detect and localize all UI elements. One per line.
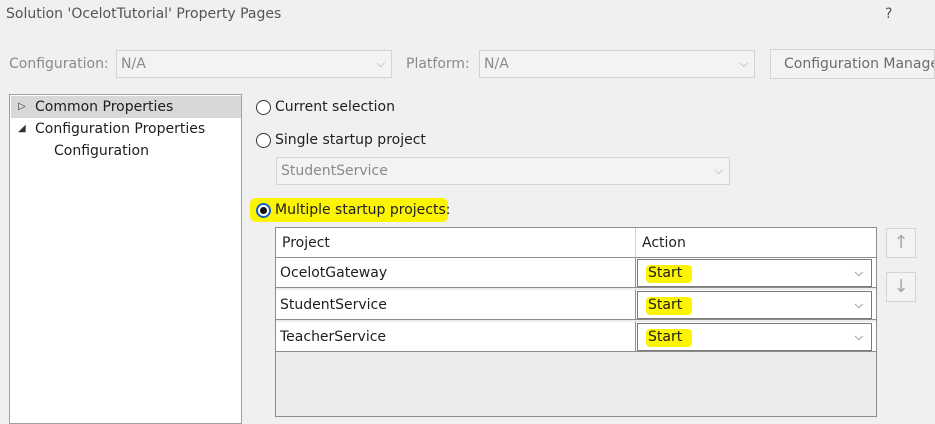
- radio-multiple-startup[interactable]: [256, 203, 271, 218]
- table-row[interactable]: StudentService: [276, 290, 636, 320]
- collapse-triangle-icon[interactable]: ◢: [18, 123, 26, 134]
- chevron-down-icon: ⌵: [376, 57, 385, 70]
- help-button[interactable]: ?: [885, 6, 892, 22]
- table-row[interactable]: OcelotGateway: [276, 258, 636, 288]
- window-title: Solution 'OcelotTutorial' Property Pages: [6, 6, 282, 22]
- current-selection-label: Current selection: [275, 99, 395, 115]
- action-value: Start: [646, 297, 693, 315]
- property-tree: ▷ Common Properties ◢ Configuration Prop…: [9, 94, 242, 424]
- column-header-action[interactable]: Action: [636, 228, 876, 258]
- project-name: StudentService: [280, 297, 387, 313]
- arrow-up-icon: ↑: [893, 232, 909, 253]
- chevron-down-icon: ⌵: [854, 330, 863, 343]
- arrow-down-icon: ↓: [893, 276, 909, 297]
- action-value: Start: [646, 265, 693, 283]
- single-startup-dropdown[interactable]: StudentService ⌵: [276, 157, 730, 185]
- platform-dropdown[interactable]: N/A ⌵: [479, 50, 755, 78]
- configuration-label: Configuration:: [9, 56, 109, 72]
- startup-projects-grid: Project Action OcelotGateway Start ⌵ Stu…: [275, 227, 877, 417]
- single-startup-label: Single startup project: [275, 132, 426, 148]
- multiple-startup-label: Multiple startup projects:: [275, 202, 451, 218]
- action-dropdown[interactable]: Start ⌵: [637, 259, 872, 287]
- table-row[interactable]: TeacherService: [276, 322, 636, 352]
- chevron-down-icon: ⌵: [854, 266, 863, 279]
- platform-label: Platform:: [406, 56, 470, 72]
- move-down-button[interactable]: ↓: [886, 272, 916, 302]
- action-value: Start: [646, 329, 693, 347]
- column-header-project[interactable]: Project: [276, 228, 636, 258]
- configuration-manager-button[interactable]: Configuration Manager: [770, 49, 935, 79]
- chevron-down-icon: ⌵: [739, 57, 748, 70]
- chevron-down-icon: ⌵: [854, 298, 863, 311]
- move-up-button[interactable]: ↑: [886, 228, 916, 258]
- project-name: TeacherService: [280, 329, 387, 345]
- configuration-dropdown[interactable]: N/A ⌵: [116, 50, 392, 78]
- tree-item-common-properties[interactable]: Common Properties: [35, 99, 173, 115]
- single-startup-value: StudentService: [281, 163, 388, 179]
- chevron-down-icon: ⌵: [714, 164, 723, 177]
- radio-current-selection[interactable]: [256, 100, 271, 115]
- configuration-value: N/A: [121, 56, 146, 72]
- tree-item-configuration[interactable]: Configuration: [54, 143, 149, 159]
- platform-value: N/A: [484, 56, 509, 72]
- action-dropdown[interactable]: Start ⌵: [637, 291, 872, 319]
- radio-single-startup[interactable]: [256, 133, 271, 148]
- tree-item-configuration-properties[interactable]: Configuration Properties: [35, 121, 205, 137]
- expand-triangle-icon[interactable]: ▷: [18, 101, 26, 112]
- project-name: OcelotGateway: [280, 265, 388, 281]
- action-dropdown[interactable]: Start ⌵: [637, 323, 872, 351]
